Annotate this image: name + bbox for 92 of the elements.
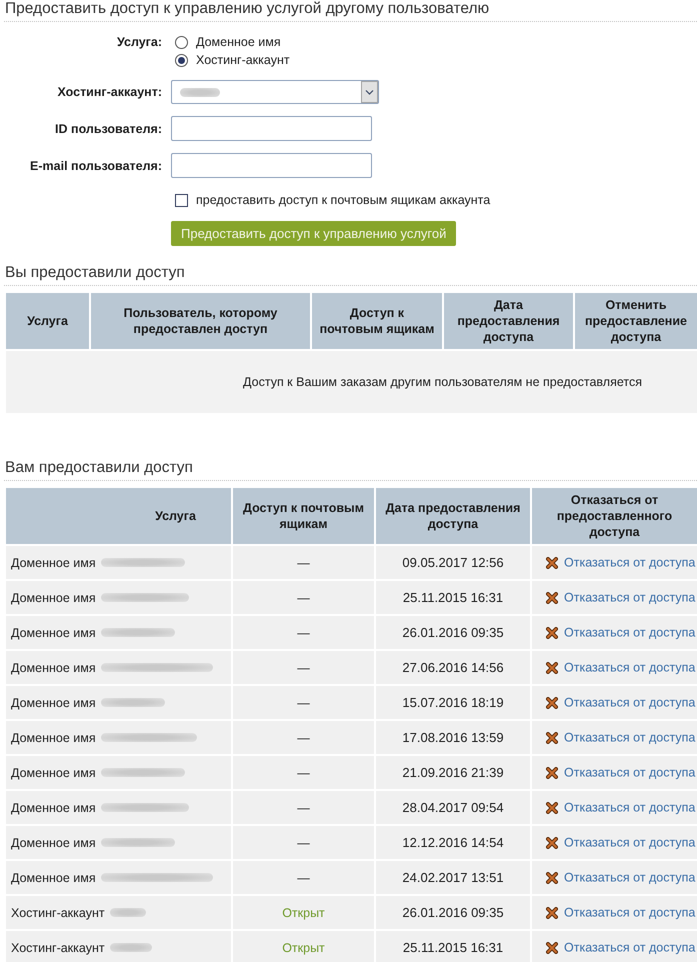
column-header: Услуга bbox=[5, 292, 90, 350]
cross-icon bbox=[546, 766, 558, 779]
table-cell: Открыт bbox=[232, 930, 375, 962]
table-cell: — bbox=[232, 790, 375, 825]
decline-access-link[interactable]: Отказаться от доступа bbox=[564, 836, 696, 850]
cross-icon bbox=[546, 592, 558, 604]
table-cell: 12.12.2016 14:54 bbox=[375, 825, 531, 860]
input-field[interactable] bbox=[171, 116, 372, 141]
cross-icon bbox=[546, 556, 558, 569]
table-cell: — bbox=[232, 685, 375, 720]
cross-icon bbox=[546, 872, 558, 884]
decline-access-link[interactable]: Отказаться от доступа bbox=[564, 590, 696, 605]
table-cell: 15.07.2016 18:19 bbox=[375, 685, 531, 720]
cross-icon bbox=[546, 732, 558, 744]
cross-icon bbox=[546, 836, 558, 849]
dropdown-field[interactable] bbox=[171, 80, 379, 104]
service-type-text: Доменное имя bbox=[11, 626, 96, 640]
table-cell: 21.09.2016 21:39 bbox=[375, 755, 531, 790]
decline-access-link[interactable]: Отказаться от доступа bbox=[564, 766, 696, 780]
radio-button[interactable] bbox=[175, 54, 188, 66]
section-title: Вы предоставили доступ bbox=[4, 264, 697, 286]
cross-icon bbox=[546, 662, 558, 674]
radio-button[interactable] bbox=[175, 36, 188, 48]
column-header: Отменить предоставление доступа bbox=[574, 292, 697, 350]
service-type-text: Доменное имя bbox=[11, 660, 96, 675]
cross-icon bbox=[546, 942, 558, 954]
table-cell: — bbox=[232, 860, 375, 895]
empty-table-message: Доступ к Вашим заказам другим пользователям не предоставляется bbox=[5, 350, 697, 414]
decline-access-link[interactable]: Отказаться от доступа bbox=[564, 906, 696, 920]
radio-label: Хостинг-аккаунт bbox=[196, 53, 290, 67]
submit-button[interactable]: Предоставить доступ к управлению услугой bbox=[171, 221, 456, 246]
table-cell: — bbox=[232, 580, 375, 615]
table-cell: 17.08.2016 13:59 bbox=[375, 720, 531, 755]
checkbox-label: предоставить доступ к почтовым ящикам аккаунта bbox=[196, 193, 490, 207]
table-cell: 25.11.2015 16:31 bbox=[375, 580, 531, 615]
service-type-text: Доменное имя bbox=[11, 836, 96, 850]
table-cell: 28.04.2017 09:54 bbox=[375, 790, 531, 825]
section-title: Вам предоставили доступ bbox=[4, 459, 697, 481]
table-cell: 27.06.2016 14:56 bbox=[375, 650, 531, 685]
table-cell: — bbox=[232, 755, 375, 790]
service-type-text: Хостинг-аккаунт bbox=[11, 940, 105, 955]
field-label: Услуга: bbox=[117, 35, 162, 49]
table-cell: — bbox=[232, 615, 375, 650]
blurred-value bbox=[100, 698, 165, 708]
decline-access-link[interactable]: Отказаться от доступа bbox=[564, 556, 696, 570]
service-type-text: Доменное имя bbox=[11, 870, 96, 885]
table-cell: — bbox=[232, 545, 375, 580]
column-header: Дата предоставления доступа bbox=[443, 292, 574, 350]
field-label: Хостинг-аккаунт: bbox=[57, 85, 162, 99]
table-cell: 25.11.2015 16:31 bbox=[375, 930, 531, 962]
service-type-text: Доменное имя bbox=[11, 696, 96, 710]
blurred-value bbox=[180, 88, 220, 96]
column-header: Доступ к почтовым ящикам bbox=[232, 487, 375, 545]
cross-icon bbox=[546, 626, 558, 639]
caret-icon bbox=[361, 81, 378, 103]
table-cell: Открыт bbox=[232, 895, 375, 930]
field-label: E-mail пользователя: bbox=[30, 158, 162, 172]
checkbox[interactable] bbox=[175, 194, 188, 206]
service-type-text: Доменное имя bbox=[11, 766, 96, 780]
cross-icon bbox=[546, 802, 558, 814]
decline-access-link[interactable]: Отказаться от доступа bbox=[564, 870, 696, 885]
section-title: Предоставить доступ к управлению услугой другому пользователю bbox=[4, 0, 697, 22]
table-cell: 26.01.2016 09:35 bbox=[375, 895, 531, 930]
service-type-text: Доменное имя bbox=[11, 590, 96, 605]
cross-icon bbox=[546, 906, 558, 919]
table-cell: — bbox=[232, 650, 375, 685]
service-type-text: Доменное имя bbox=[11, 800, 96, 815]
decline-access-link[interactable]: Отказаться от доступа bbox=[564, 626, 696, 640]
decline-access-link[interactable]: Отказаться от доступа bbox=[564, 940, 696, 955]
decline-access-link[interactable]: Отказаться от доступа bbox=[564, 696, 696, 710]
field-label: ID пользователя: bbox=[55, 122, 162, 136]
blurred-value bbox=[110, 943, 152, 952]
table-cell: 24.02.2017 13:51 bbox=[375, 860, 531, 895]
decline-access-link[interactable]: Отказаться от доступа bbox=[564, 660, 696, 675]
decline-access-link[interactable]: Отказаться от доступа bbox=[564, 800, 696, 815]
column-header: Дата предоставления доступа bbox=[375, 487, 531, 545]
column-header: Отказаться от предоставленного доступа bbox=[531, 487, 697, 545]
input-field[interactable] bbox=[171, 153, 372, 178]
service-type-text: Доменное имя bbox=[11, 556, 96, 570]
radio-label: Доменное имя bbox=[196, 35, 281, 49]
table-cell: 26.01.2016 09:35 bbox=[375, 615, 531, 650]
cross-icon bbox=[546, 696, 558, 709]
column-header: Услуга bbox=[5, 487, 232, 545]
service-type-text: Доменное имя bbox=[11, 730, 96, 745]
table-cell: — bbox=[232, 720, 375, 755]
decline-access-link[interactable]: Отказаться от доступа bbox=[564, 730, 696, 745]
column-header: Пользователь, которому предоставлен доступ bbox=[90, 292, 311, 350]
blurred-value bbox=[110, 908, 146, 918]
service-type-text: Хостинг-аккаунт bbox=[11, 906, 105, 920]
table-cell: 09.05.2017 12:56 bbox=[375, 545, 531, 580]
column-header: Доступ к почтовым ящикам bbox=[311, 292, 443, 350]
table-cell: — bbox=[232, 825, 375, 860]
